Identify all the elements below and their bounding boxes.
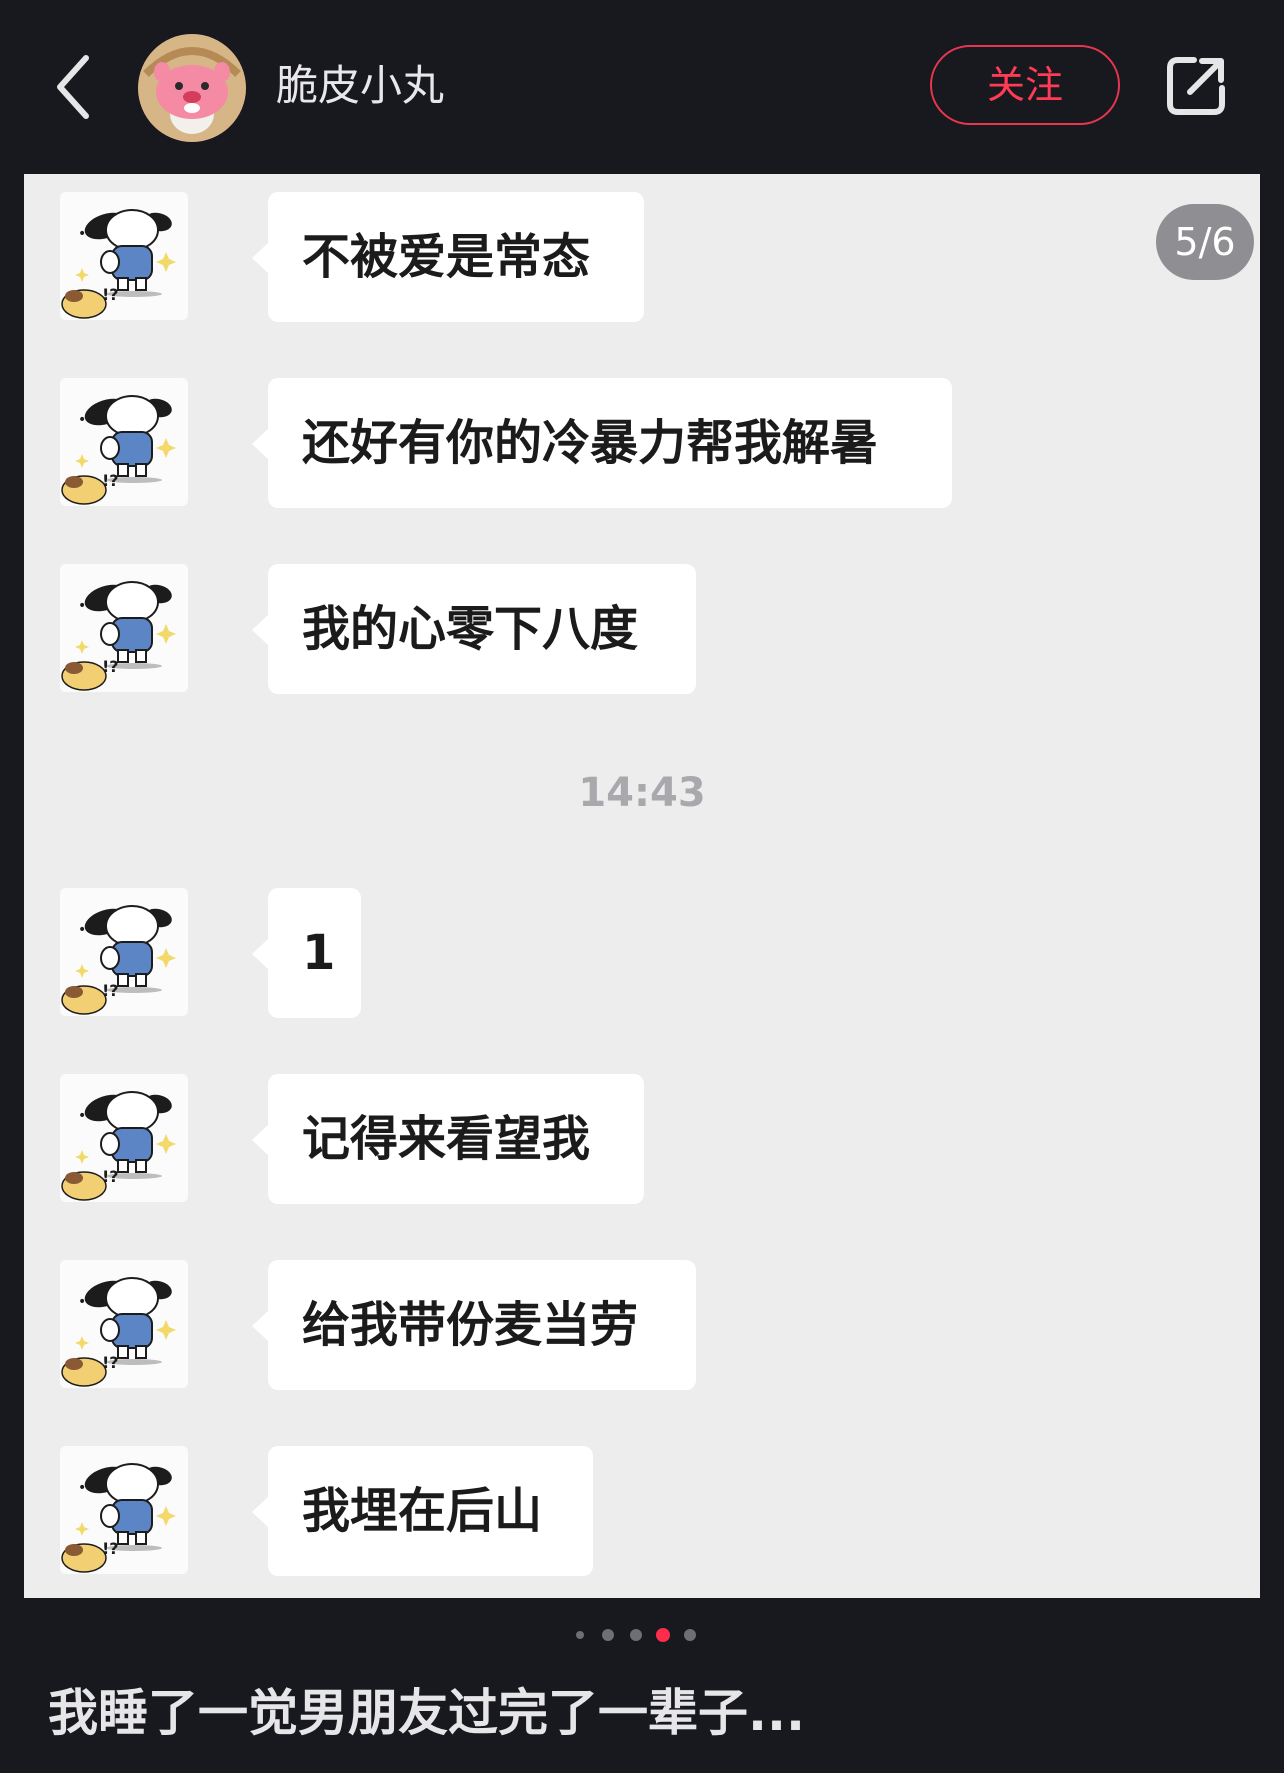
page-indicator-badge: 5/6 xyxy=(1156,204,1254,280)
puppy-sticker-icon: •• !? xyxy=(60,564,188,692)
top-bar: 脆皮小丸 关注 xyxy=(0,0,1284,174)
carousel-dot[interactable] xyxy=(602,1629,614,1641)
svg-text:••: •• xyxy=(78,226,95,242)
post-title: 我睡了一觉男朋友过完了一辈子... xyxy=(48,1684,805,1742)
username[interactable]: 脆皮小丸 xyxy=(276,56,444,116)
share-icon xyxy=(1167,57,1225,115)
puppy-sticker-icon: •• !? xyxy=(60,1446,188,1574)
sender-avatar: •• !? xyxy=(60,1446,188,1574)
message-bubble: 不被爱是常态 xyxy=(252,192,644,322)
sender-avatar: •• !? xyxy=(60,564,188,692)
svg-text:!?: !? xyxy=(102,1167,119,1186)
svg-text:!?: !? xyxy=(102,471,119,490)
svg-text:••: •• xyxy=(78,412,95,428)
carousel-dot[interactable] xyxy=(576,1631,584,1639)
svg-text:!?: !? xyxy=(102,1539,119,1558)
svg-text:••: •• xyxy=(78,1108,95,1124)
sender-avatar: •• !? xyxy=(60,192,188,320)
svg-text:!?: !? xyxy=(102,285,119,304)
svg-text:••: •• xyxy=(78,922,95,938)
sender-avatar: •• !? xyxy=(60,1260,188,1388)
puppy-sticker-icon: •• !? xyxy=(60,378,188,506)
svg-text:!?: !? xyxy=(102,1353,119,1372)
message-bubble: 还好有你的冷暴力帮我解暑 xyxy=(252,378,952,508)
chat-timestamp: 14:43 xyxy=(578,770,706,816)
plush-toy-icon xyxy=(138,34,246,142)
message-bubble: 我的心零下八度 xyxy=(252,564,696,694)
sender-avatar: •• !? xyxy=(60,1074,188,1202)
carousel-dots xyxy=(0,1626,1284,1642)
message-bubble: 给我带份麦当劳 xyxy=(252,1260,696,1390)
svg-text:••: •• xyxy=(78,1480,95,1496)
carousel-dot[interactable] xyxy=(630,1629,642,1641)
avatar[interactable] xyxy=(138,34,246,142)
puppy-sticker-icon: •• !? xyxy=(60,888,188,1016)
puppy-sticker-icon: •• !? xyxy=(60,1074,188,1202)
carousel-dot[interactable] xyxy=(684,1629,696,1641)
message-bubble: 我埋在后山 xyxy=(252,1446,593,1576)
svg-text:!?: !? xyxy=(102,657,119,676)
sender-avatar: •• !? xyxy=(60,378,188,506)
svg-text:••: •• xyxy=(78,1294,95,1310)
chevron-left-icon xyxy=(57,55,89,119)
message-bubble: 记得来看望我 xyxy=(252,1074,644,1204)
puppy-sticker-icon: •• !? xyxy=(60,192,188,320)
back-button[interactable] xyxy=(48,52,98,122)
svg-text:••: •• xyxy=(78,598,95,614)
message-bubble: 1 xyxy=(252,888,361,1018)
puppy-sticker-icon: •• !? xyxy=(60,1260,188,1388)
follow-button[interactable]: 关注 xyxy=(930,45,1120,125)
share-button[interactable] xyxy=(1164,54,1228,118)
carousel-dot-active[interactable] xyxy=(656,1628,670,1642)
svg-text:!?: !? xyxy=(102,981,119,1000)
chat-screenshot-image[interactable]: •• !? 不被爱是常态 •• !? 还好有你的冷暴力帮我解暑 •• !? 我的… xyxy=(24,174,1260,1598)
sender-avatar: •• !? xyxy=(60,888,188,1016)
